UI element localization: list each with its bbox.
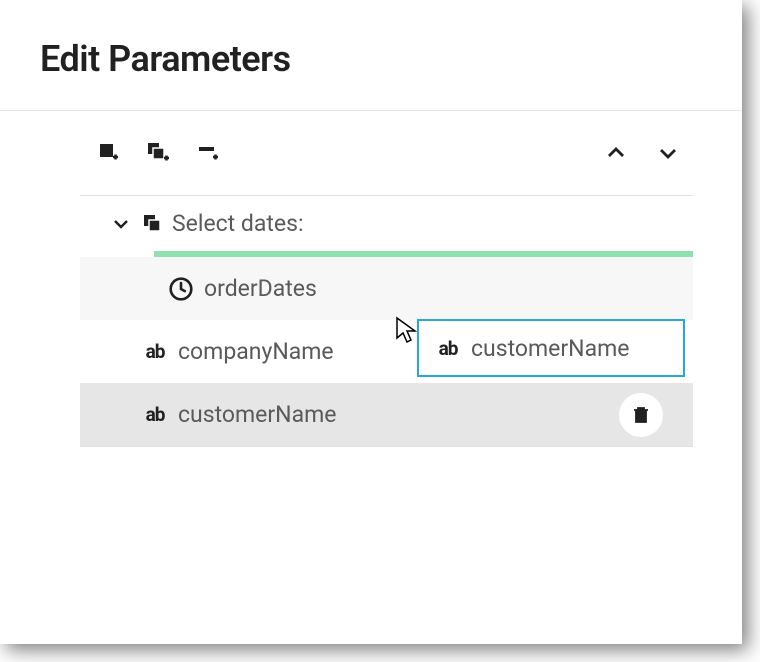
group-toggle-icon[interactable] [110,213,132,235]
add-separator-button[interactable] [195,139,223,167]
toolbar [0,111,742,195]
group-icon [142,213,164,235]
page-title: Edit Parameters [40,38,702,80]
text-type-icon: ab [435,335,461,361]
collapse-button[interactable] [602,139,630,167]
trash-icon [631,405,651,425]
tree-item-orderdates[interactable]: orderDates [80,257,693,320]
clock-icon [168,276,194,302]
drag-ghost-label: customerName [471,335,629,362]
add-node-icon [97,141,121,165]
group-label: Select dates: [172,210,304,237]
panel-header: Edit Parameters [0,0,742,110]
add-group-button[interactable] [145,139,173,167]
add-node-button[interactable] [95,139,123,167]
expand-button[interactable] [654,139,682,167]
chevron-up-icon [606,143,626,163]
drag-ghost: ab customerName [417,319,685,377]
tree-item-customername[interactable]: ab customerName [80,383,693,446]
group-header[interactable]: Select dates: [80,196,693,251]
chevron-down-icon [658,143,678,163]
text-type-icon: ab [142,402,168,428]
toolbar-left [95,139,223,167]
add-separator-icon [197,141,221,165]
item-label: companyName [178,338,334,365]
item-label: orderDates [204,275,317,302]
text-type-icon: ab [142,339,168,365]
delete-button[interactable] [619,393,663,437]
add-group-icon [146,141,172,165]
toolbar-right [602,139,682,167]
item-label: customerName [178,401,336,428]
edit-parameters-panel: Edit Parameters [0,0,742,644]
